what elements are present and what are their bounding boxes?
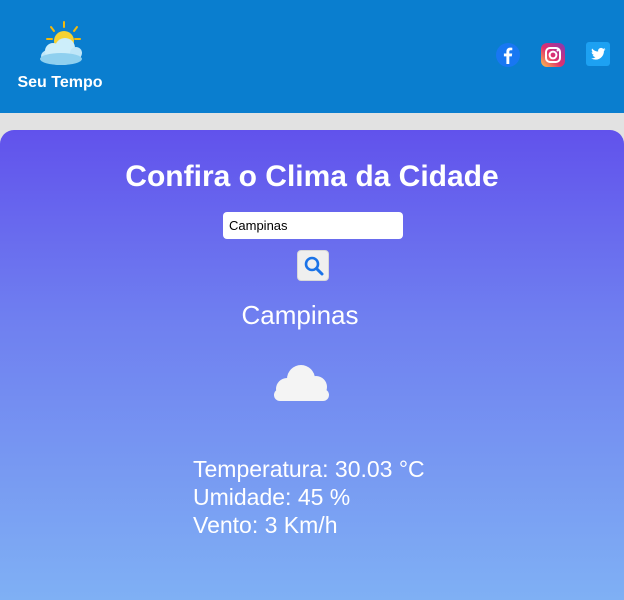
- sun-cloud-icon: [40, 21, 82, 65]
- city-name: Campinas: [241, 300, 359, 330]
- facebook-link[interactable]: [495, 42, 521, 73]
- weather-condition: [270, 362, 332, 409]
- page-title: Confira o Clima da Cidade: [125, 160, 499, 193]
- header: Seu Tempo: [0, 0, 624, 113]
- facebook-icon: [496, 43, 520, 67]
- brand-name: Seu Tempo: [17, 74, 103, 91]
- search-icon: [304, 256, 324, 276]
- twitter-icon: [586, 42, 610, 66]
- cloud-icon: [274, 365, 329, 401]
- brand-logo[interactable]: Seu Tempo: [14, 16, 106, 96]
- humidity-value: Umidade: 45 %: [193, 484, 351, 510]
- search-button[interactable]: [297, 250, 329, 281]
- instagram-icon: [541, 43, 565, 67]
- city-search-input[interactable]: [223, 212, 403, 239]
- twitter-link[interactable]: [586, 42, 610, 71]
- wind-value: Vento: 3 Km/h: [193, 512, 338, 538]
- instagram-link[interactable]: [540, 42, 566, 73]
- temperature-value: Temperatura: 30.03 °C: [193, 456, 425, 482]
